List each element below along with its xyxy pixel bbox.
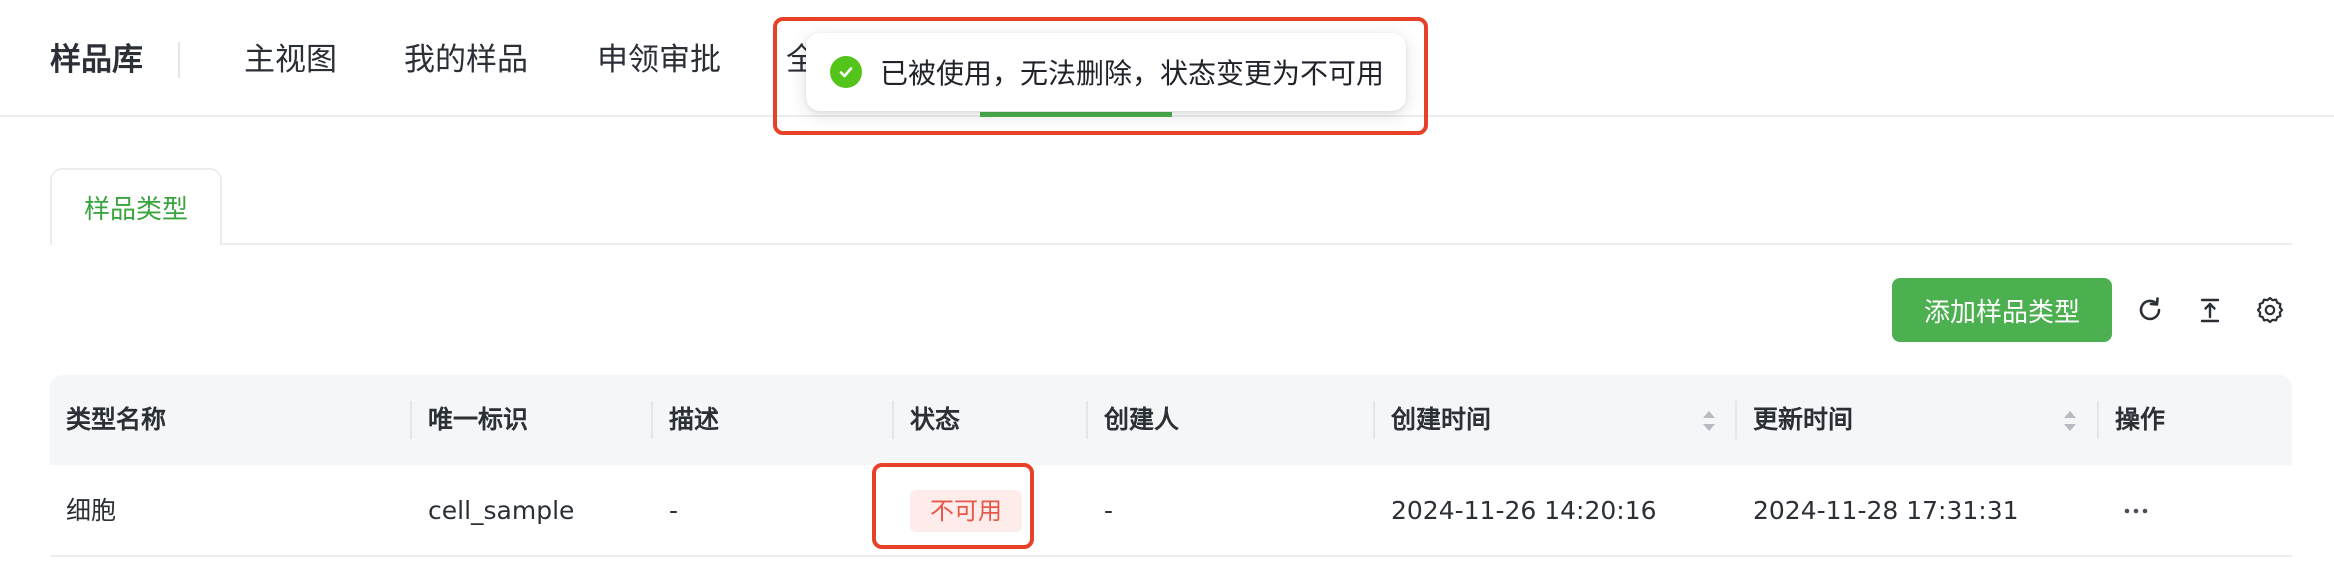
nav-item-my-samples[interactable]: 我的样品 bbox=[404, 38, 528, 82]
brand-divider bbox=[178, 42, 180, 78]
column-header-description: 描述 bbox=[669, 405, 720, 434]
cell-updated-at: 2024-11-28 17:31:31 bbox=[1753, 496, 2019, 525]
add-sample-type-button[interactable]: 添加样品类型 bbox=[1892, 278, 2112, 342]
column-header-updated-at[interactable]: 更新时间 bbox=[1737, 375, 1853, 465]
table-row[interactable]: 细胞 cell_sample - - 2024-11-26 14:20:16 2… bbox=[50, 465, 2292, 557]
cell-type-name: 细胞 bbox=[66, 496, 117, 525]
sample-type-table: 类型名称 唯一标识 描述 状态 创建人 创建时间 更新时间 操作 细胞 cell… bbox=[50, 375, 2292, 557]
toast-highlight-frame bbox=[773, 17, 1428, 135]
column-header-type-name: 类型名称 bbox=[66, 405, 167, 434]
column-header-status: 状态 bbox=[910, 405, 961, 434]
page: 样品库 主视图 我的样品 申领审批 全 已被使用，无法删除，状态变更为不可用 样… bbox=[0, 0, 2334, 568]
tab-sample-types[interactable]: 样品类型 bbox=[50, 168, 222, 245]
sort-icon[interactable] bbox=[2063, 410, 2077, 432]
more-actions-icon[interactable] bbox=[2116, 497, 2156, 525]
sort-icon[interactable] bbox=[1702, 410, 1716, 432]
column-header-actions: 操作 bbox=[2115, 405, 2166, 434]
tab-label: 样品类型 bbox=[83, 195, 188, 225]
status-highlight-frame bbox=[872, 463, 1034, 549]
brand-title: 样品库 bbox=[50, 42, 143, 78]
upload-icon[interactable] bbox=[2192, 292, 2228, 328]
column-header-identifier: 唯一标识 bbox=[428, 405, 529, 434]
cell-created-at: 2024-11-26 14:20:16 bbox=[1391, 496, 1657, 525]
settings-icon[interactable] bbox=[2252, 292, 2288, 328]
cell-description: - bbox=[669, 496, 679, 525]
nav-item-main-view[interactable]: 主视图 bbox=[244, 38, 337, 82]
table-header: 类型名称 唯一标识 描述 状态 创建人 创建时间 更新时间 操作 bbox=[50, 375, 2292, 465]
nav-item-claim-approval[interactable]: 申领审批 bbox=[597, 38, 721, 82]
refresh-icon[interactable] bbox=[2132, 292, 2168, 328]
column-header-creator: 创建人 bbox=[1104, 405, 1180, 434]
tabs-baseline bbox=[50, 243, 2292, 245]
cell-identifier: cell_sample bbox=[428, 496, 575, 525]
cell-creator: - bbox=[1104, 496, 1114, 525]
column-header-created-at[interactable]: 创建时间 bbox=[1375, 375, 1491, 465]
